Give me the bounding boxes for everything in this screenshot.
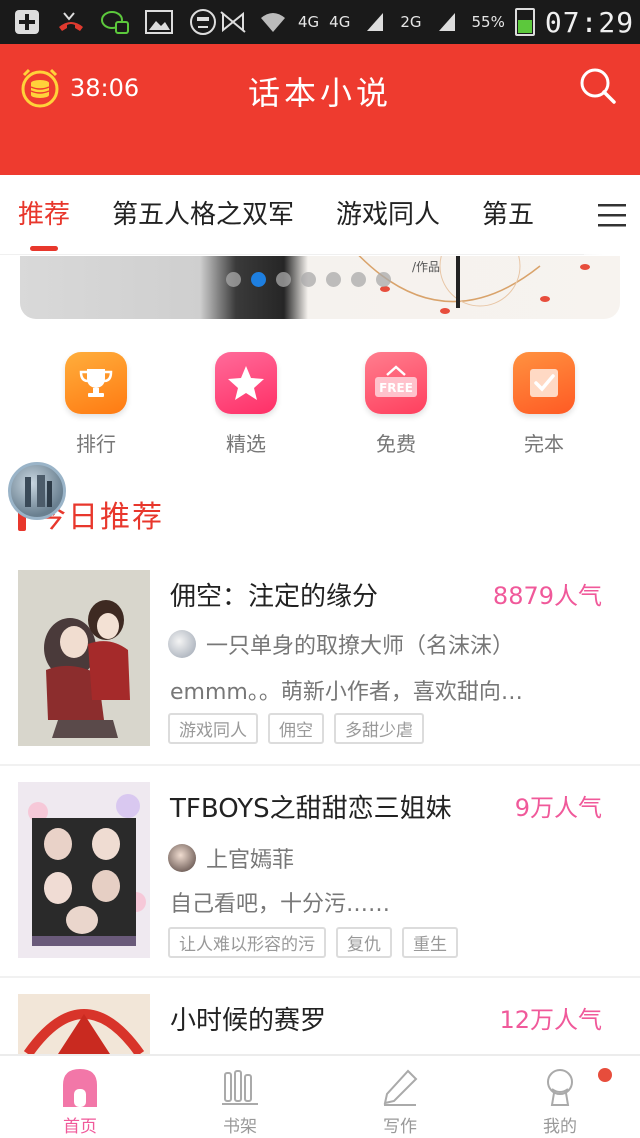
carousel-dot[interactable] (226, 272, 241, 287)
carousel-dots (226, 272, 391, 287)
tab-game-fanfic[interactable]: 游戏同人 (336, 175, 440, 255)
trophy-icon (65, 352, 127, 414)
nav-bookshelf[interactable]: 书架 (160, 1056, 320, 1138)
book-cover[interactable] (18, 782, 150, 958)
quick-completed-label: 完本 (524, 432, 564, 456)
nav-profile[interactable]: 我的 (480, 1056, 640, 1138)
plus-notification-icon (12, 9, 42, 35)
quick-free-label: 免费 (376, 432, 416, 456)
author-avatar (168, 844, 196, 872)
nav-home-label: 首页 (63, 1117, 97, 1137)
image-icon (144, 9, 174, 35)
nav-profile-label: 我的 (543, 1117, 577, 1137)
carousel-dot[interactable] (326, 272, 341, 287)
tab-identity-v[interactable]: 第五人格之双军 (112, 175, 294, 255)
carousel-dot[interactable] (351, 272, 366, 287)
book-tag[interactable]: 佣空 (268, 713, 324, 744)
pen-icon (380, 1066, 420, 1108)
book-description: emmm。。萌新小作者，喜欢甜向… (170, 680, 523, 705)
network-4g-label: 4G (298, 13, 320, 31)
book-tag[interactable]: 多甜少虐 (334, 713, 424, 744)
nfc-icon (218, 9, 248, 35)
clock: 07:29 (544, 5, 635, 39)
assistant-figure-icon (25, 475, 52, 507)
floating-assistant-avatar[interactable] (8, 462, 66, 520)
face-icon (188, 9, 218, 35)
author-row[interactable]: 上官嫣菲 (168, 842, 294, 874)
wechat-icon (100, 9, 130, 35)
quick-menu: 排行 精选 FREE 免费 完本 (0, 352, 640, 462)
tab-recommend[interactable]: 推荐 (18, 175, 70, 255)
quick-free[interactable]: FREE 免费 (346, 352, 446, 457)
book-tag[interactable]: 让人难以形容的污 (168, 927, 326, 958)
book-popularity: 9万人气 (514, 794, 602, 822)
bookshelf-icon (220, 1066, 260, 1108)
quick-featured[interactable]: 精选 (196, 352, 296, 457)
book-item[interactable]: TFBOYS之甜甜恋三姐妹 9万人气 上官嫣菲 自己看吧，十分污…… 让人难以形… (0, 766, 640, 978)
nav-write-label: 写作 (383, 1117, 417, 1137)
author-avatar (168, 630, 196, 658)
tab-partial[interactable]: 第五 (482, 175, 534, 255)
book-title: 佣空：注定的缘分 (170, 582, 379, 612)
nav-bookshelf-label: 书架 (223, 1117, 257, 1137)
menu-icon (598, 204, 626, 227)
home-icon (60, 1066, 100, 1108)
check-icon (513, 352, 575, 414)
quick-ranking[interactable]: 排行 (46, 352, 146, 457)
quick-completed[interactable]: 完本 (494, 352, 594, 457)
book-title: 小时候的赛罗 (170, 1006, 327, 1036)
battery-icon (514, 8, 535, 36)
book-popularity: 8879人气 (492, 582, 602, 610)
notification-badge (598, 1068, 612, 1082)
book-item[interactable]: 佣空：注定的缘分 8879人气 一只单身的取撩大师（名沫沫） emmm。。萌新小… (0, 554, 640, 766)
carousel-dot[interactable] (376, 272, 391, 287)
free-icon: FREE (365, 352, 427, 414)
book-title: TFBOYS之甜甜恋三姐妹 (170, 794, 452, 824)
author-name: 上官嫣菲 (206, 848, 295, 873)
app-title: 话本小说 (247, 74, 392, 112)
svg-text:FREE: FREE (379, 381, 413, 395)
book-tags: 让人难以形容的污 复仇 重生 (168, 927, 458, 958)
search-icon[interactable] (576, 64, 620, 108)
banner-carousel[interactable]: /作品 (20, 256, 620, 319)
network-4g-label-2: 4G (329, 13, 351, 31)
quick-featured-label: 精选 (226, 432, 266, 456)
missed-call-icon (56, 9, 86, 35)
book-cover[interactable] (18, 994, 150, 1054)
banner-decoration (358, 256, 541, 308)
author-name: 一只单身的取撩大师（名沫沫） (206, 634, 515, 659)
nav-write[interactable]: 写作 (320, 1056, 480, 1138)
book-popularity: 12万人气 (499, 1006, 602, 1034)
profile-icon (540, 1066, 580, 1108)
book-tags: 游戏同人 佣空 多甜少虐 (168, 713, 424, 744)
tabs-menu-button[interactable] (584, 175, 640, 255)
book-description: 自己看吧，十分污…… (170, 892, 391, 917)
book-tag[interactable]: 复仇 (336, 927, 392, 958)
petal-decoration (580, 264, 590, 270)
bottom-navigation: 首页 书架 写作 我的 (0, 1054, 640, 1138)
category-tabs: 推荐 第五人格之双军 游戏同人 第五 (0, 175, 640, 255)
signal-icon (360, 9, 390, 35)
petal-decoration (440, 308, 450, 314)
carousel-dot-active[interactable] (251, 272, 266, 287)
nav-home[interactable]: 首页 (0, 1056, 160, 1138)
star-icon (215, 352, 277, 414)
carousel-dot[interactable] (301, 272, 316, 287)
book-tag[interactable]: 游戏同人 (168, 713, 258, 744)
petal-decoration (540, 296, 550, 302)
book-cover[interactable] (18, 570, 150, 746)
author-row[interactable]: 一只单身的取撩大师（名沫沫） (168, 628, 514, 660)
carousel-dot[interactable] (276, 272, 291, 287)
book-tag[interactable]: 重生 (402, 927, 458, 958)
quick-ranking-label: 排行 (76, 432, 116, 456)
battery-percent: 55% (471, 13, 505, 31)
wifi-icon (258, 9, 288, 35)
network-2g-label: 2G (400, 13, 422, 31)
signal-icon-2 (432, 9, 462, 35)
status-bar: 4G 4G 2G 55% 07:29 (0, 0, 640, 44)
